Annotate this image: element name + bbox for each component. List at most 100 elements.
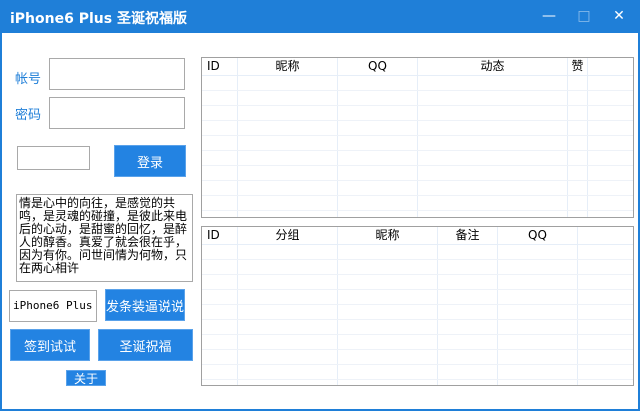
column-header[interactable] bbox=[578, 227, 634, 244]
maximize-button[interactable]: □ bbox=[570, 4, 598, 28]
table-cell bbox=[568, 136, 588, 150]
table-cell bbox=[238, 136, 338, 150]
column-header[interactable]: 备注 bbox=[438, 227, 498, 244]
table-cell bbox=[202, 320, 238, 334]
table-row[interactable] bbox=[202, 260, 633, 275]
table-cell bbox=[588, 181, 634, 195]
table-row[interactable] bbox=[202, 335, 633, 350]
table-cell bbox=[202, 211, 238, 218]
table-cell bbox=[202, 76, 238, 90]
table-cell bbox=[338, 335, 438, 349]
table-cell bbox=[578, 245, 634, 259]
table-cell bbox=[418, 151, 568, 165]
table-cell bbox=[338, 380, 438, 386]
login-button[interactable]: 登录 bbox=[114, 145, 186, 177]
column-header[interactable]: 昵称 bbox=[338, 227, 438, 244]
about-button[interactable]: 关于 bbox=[66, 370, 106, 386]
table-cell bbox=[202, 305, 238, 319]
table-cell bbox=[578, 335, 634, 349]
table-row[interactable] bbox=[202, 245, 633, 260]
table-cell bbox=[202, 260, 238, 274]
table-row[interactable] bbox=[202, 365, 633, 380]
table-row[interactable] bbox=[202, 196, 633, 211]
column-header[interactable]: 昵称 bbox=[238, 58, 338, 75]
table-cell bbox=[202, 380, 238, 386]
table-row[interactable] bbox=[202, 305, 633, 320]
table-row[interactable] bbox=[202, 166, 633, 181]
table-cell bbox=[568, 121, 588, 135]
table-row[interactable] bbox=[202, 290, 633, 305]
table-cell bbox=[498, 245, 578, 259]
table-cell bbox=[578, 365, 634, 379]
table-row[interactable] bbox=[202, 320, 633, 335]
table-row[interactable] bbox=[202, 181, 633, 196]
table-cell bbox=[438, 260, 498, 274]
table-cell bbox=[498, 365, 578, 379]
table-row[interactable] bbox=[202, 151, 633, 166]
column-header[interactable] bbox=[588, 58, 634, 75]
table-cell bbox=[498, 260, 578, 274]
post-status-button[interactable]: 发条装逼说说 bbox=[105, 289, 185, 321]
table-cell bbox=[238, 76, 338, 90]
table-cell bbox=[418, 106, 568, 120]
password-input[interactable] bbox=[49, 97, 185, 129]
table-cell bbox=[438, 350, 498, 364]
table-cell bbox=[202, 166, 238, 180]
table-row[interactable] bbox=[202, 121, 633, 136]
column-header[interactable]: QQ bbox=[498, 227, 578, 244]
table-cell bbox=[202, 136, 238, 150]
table-row[interactable] bbox=[202, 91, 633, 106]
close-button[interactable]: ✕ bbox=[605, 4, 633, 28]
table-cell bbox=[238, 151, 338, 165]
main-window: 帐号 密码 登录 情是心中的向往，是感觉的共鸣，是灵魂的碰撞，是彼此来电后的心动… bbox=[2, 33, 638, 409]
column-header[interactable]: 分组 bbox=[238, 227, 338, 244]
table-cell bbox=[418, 211, 568, 218]
table-cell bbox=[338, 196, 418, 210]
table-cell bbox=[202, 335, 238, 349]
column-header[interactable]: QQ bbox=[338, 58, 418, 75]
table-row[interactable] bbox=[202, 136, 633, 151]
table-cell bbox=[338, 121, 418, 135]
column-header[interactable]: ID bbox=[202, 227, 238, 244]
table-cell bbox=[238, 305, 338, 319]
friends-feed-table[interactable]: ID昵称QQ动态赞 bbox=[201, 57, 634, 218]
account-label: 帐号 bbox=[15, 68, 41, 87]
table-cell bbox=[568, 76, 588, 90]
column-header[interactable]: ID bbox=[202, 58, 238, 75]
table-row[interactable] bbox=[202, 211, 633, 218]
column-header[interactable]: 动态 bbox=[418, 58, 568, 75]
table-cell bbox=[568, 166, 588, 180]
table-row[interactable] bbox=[202, 76, 633, 91]
table-cell bbox=[498, 380, 578, 386]
sign-in-button[interactable]: 签到试试 bbox=[10, 329, 90, 361]
friends-list-table[interactable]: ID分组昵称备注QQ bbox=[201, 226, 634, 386]
device-input[interactable]: iPhone6 Plus bbox=[9, 290, 97, 322]
account-input[interactable] bbox=[49, 58, 185, 90]
table-cell bbox=[498, 350, 578, 364]
captcha-input[interactable] bbox=[17, 146, 90, 170]
table-cell bbox=[202, 121, 238, 135]
minimize-button[interactable]: — bbox=[535, 4, 563, 28]
table-cell bbox=[338, 91, 418, 105]
table-row[interactable] bbox=[202, 380, 633, 386]
table-row[interactable] bbox=[202, 350, 633, 365]
table-cell bbox=[338, 106, 418, 120]
table-cell bbox=[238, 320, 338, 334]
table-cell bbox=[238, 260, 338, 274]
table-cell bbox=[588, 106, 634, 120]
table-cell bbox=[578, 350, 634, 364]
message-textarea[interactable]: 情是心中的向往，是感觉的共鸣，是灵魂的碰撞，是彼此来电后的心动，是甜蜜的回忆，是… bbox=[16, 194, 193, 282]
table-row[interactable] bbox=[202, 275, 633, 290]
table-cell bbox=[588, 121, 634, 135]
table-cell bbox=[588, 196, 634, 210]
table-cell bbox=[338, 320, 438, 334]
table-cell bbox=[238, 350, 338, 364]
table-cell bbox=[578, 380, 634, 386]
table-row[interactable] bbox=[202, 106, 633, 121]
table-cell bbox=[578, 320, 634, 334]
christmas-wish-button[interactable]: 圣诞祝福 bbox=[98, 329, 193, 361]
column-header[interactable]: 赞 bbox=[568, 58, 588, 75]
table-cell bbox=[578, 275, 634, 289]
table-cell bbox=[588, 211, 634, 218]
table-cell bbox=[498, 305, 578, 319]
